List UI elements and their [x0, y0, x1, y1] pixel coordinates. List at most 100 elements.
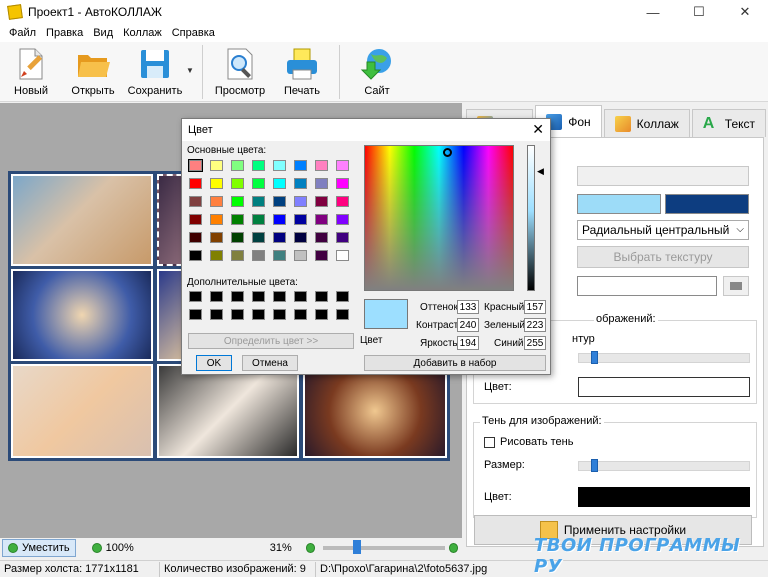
collage-photo-1[interactable] [11, 174, 153, 266]
new-button[interactable]: Новый [0, 42, 62, 97]
shadow-size-slider[interactable] [578, 459, 750, 472]
color-swatch[interactable] [189, 214, 202, 225]
color-swatch[interactable] [252, 178, 265, 189]
color-swatch[interactable] [210, 214, 223, 225]
color-swatch[interactable] [210, 232, 223, 243]
color-swatch[interactable] [252, 196, 265, 207]
color-swatch[interactable] [336, 178, 349, 189]
zoom-100-button[interactable]: 100% [86, 539, 140, 557]
color-swatch[interactable] [188, 159, 203, 172]
menu-edit[interactable]: Правка [41, 27, 88, 39]
color-swatch[interactable] [336, 214, 349, 225]
color-swatch[interactable] [336, 196, 349, 207]
color-swatch[interactable] [273, 178, 286, 189]
color-swatch[interactable] [189, 232, 202, 243]
color-swatch[interactable] [210, 250, 223, 261]
ok-button[interactable]: OK [196, 355, 232, 371]
zoom-slider-thumb[interactable] [353, 540, 362, 554]
luminance-arrow-icon[interactable]: ◀ [537, 166, 544, 177]
color-swatch[interactable] [273, 214, 286, 225]
color-swatch[interactable] [273, 232, 286, 243]
menu-view[interactable]: Вид [88, 27, 118, 39]
custom-color-swatch[interactable] [273, 291, 286, 302]
color-swatch[interactable] [315, 232, 328, 243]
gradient-color-2-button[interactable] [665, 194, 749, 214]
shadow-size-thumb[interactable] [591, 459, 598, 472]
color-swatch[interactable] [315, 196, 328, 207]
custom-color-swatch[interactable] [231, 309, 244, 320]
print-button[interactable]: Печать [271, 42, 333, 97]
saturation-input[interactable]: 240 [457, 318, 479, 332]
close-button[interactable]: ✕ [722, 0, 768, 24]
zoom-in-icon[interactable] [448, 543, 459, 553]
color-swatch[interactable] [210, 160, 223, 171]
custom-color-swatch[interactable] [210, 309, 223, 320]
green-input[interactable]: 223 [524, 318, 546, 332]
luminance-bar[interactable] [527, 145, 535, 291]
custom-color-swatch[interactable] [315, 291, 328, 302]
image-path-field[interactable] [577, 276, 717, 296]
color-swatch[interactable] [315, 178, 328, 189]
add-to-custom-button[interactable]: Добавить в набор [364, 355, 546, 371]
custom-color-swatch[interactable] [315, 309, 328, 320]
custom-color-swatch[interactable] [252, 291, 265, 302]
custom-color-swatch[interactable] [189, 291, 202, 302]
preview-button[interactable]: Просмотр [209, 42, 271, 97]
custom-color-swatch[interactable] [336, 291, 349, 302]
color-swatch[interactable] [231, 232, 244, 243]
zoom-out-icon[interactable] [305, 543, 316, 553]
draw-shadow-checkbox[interactable] [484, 437, 495, 448]
site-button[interactable]: Сайт [346, 42, 408, 97]
color-swatch[interactable] [252, 160, 265, 171]
color-swatch[interactable] [189, 196, 202, 207]
shadow-color-button[interactable] [578, 487, 750, 507]
color-swatch[interactable] [252, 214, 265, 225]
custom-color-swatch[interactable] [294, 291, 307, 302]
color-swatch[interactable] [231, 178, 244, 189]
color-swatch[interactable] [315, 160, 328, 171]
minimize-button[interactable]: — [630, 0, 676, 24]
color-swatch[interactable] [273, 196, 286, 207]
menu-file[interactable]: Файл [4, 27, 41, 39]
color-swatch[interactable] [189, 178, 202, 189]
collage-photo-9[interactable] [303, 364, 447, 458]
color-swatch[interactable] [273, 250, 286, 261]
color-swatch[interactable] [273, 160, 286, 171]
border-width-slider[interactable] [578, 351, 750, 364]
color-swatch[interactable] [294, 232, 307, 243]
color-swatch[interactable] [294, 250, 307, 261]
color-swatch[interactable] [210, 196, 223, 207]
cancel-button[interactable]: Отмена [242, 355, 298, 371]
color-swatch[interactable] [231, 160, 244, 171]
color-swatch[interactable] [294, 214, 307, 225]
border-width-thumb[interactable] [591, 351, 598, 364]
browse-image-button[interactable] [723, 276, 749, 296]
choose-texture-button[interactable]: Выбрать текстуру [577, 246, 749, 268]
tab-collage[interactable]: Коллаж [603, 109, 690, 137]
open-button[interactable]: Открыть [62, 42, 124, 97]
collage-photo-7[interactable] [11, 364, 153, 458]
custom-color-swatch[interactable] [210, 291, 223, 302]
color-swatch[interactable] [294, 196, 307, 207]
color-swatch[interactable] [294, 178, 307, 189]
color-swatch[interactable] [189, 250, 202, 261]
solid-color-field[interactable] [577, 166, 749, 186]
custom-color-swatch[interactable] [273, 309, 286, 320]
hue-input[interactable]: 133 [457, 300, 479, 314]
define-color-button[interactable]: Определить цвет >> [188, 333, 354, 349]
close-icon[interactable]: ✕ [532, 121, 544, 138]
gradient-type-select[interactable]: Радиальный центральный ⌵ [577, 220, 749, 240]
save-dropdown-arrow-icon[interactable]: ▼ [186, 42, 196, 75]
zoom-slider[interactable] [323, 540, 445, 554]
custom-color-swatch[interactable] [231, 291, 244, 302]
color-swatch[interactable] [336, 232, 349, 243]
gradient-color-1-button[interactable] [577, 194, 661, 214]
collage-photo-8[interactable] [157, 364, 299, 458]
red-input[interactable]: 157 [524, 300, 546, 314]
color-swatch[interactable] [252, 250, 265, 261]
border-color-button[interactable] [578, 377, 750, 397]
color-swatch[interactable] [315, 250, 328, 261]
collage-photo-4[interactable] [11, 269, 153, 361]
color-swatch[interactable] [336, 250, 349, 261]
custom-color-swatch[interactable] [189, 309, 202, 320]
